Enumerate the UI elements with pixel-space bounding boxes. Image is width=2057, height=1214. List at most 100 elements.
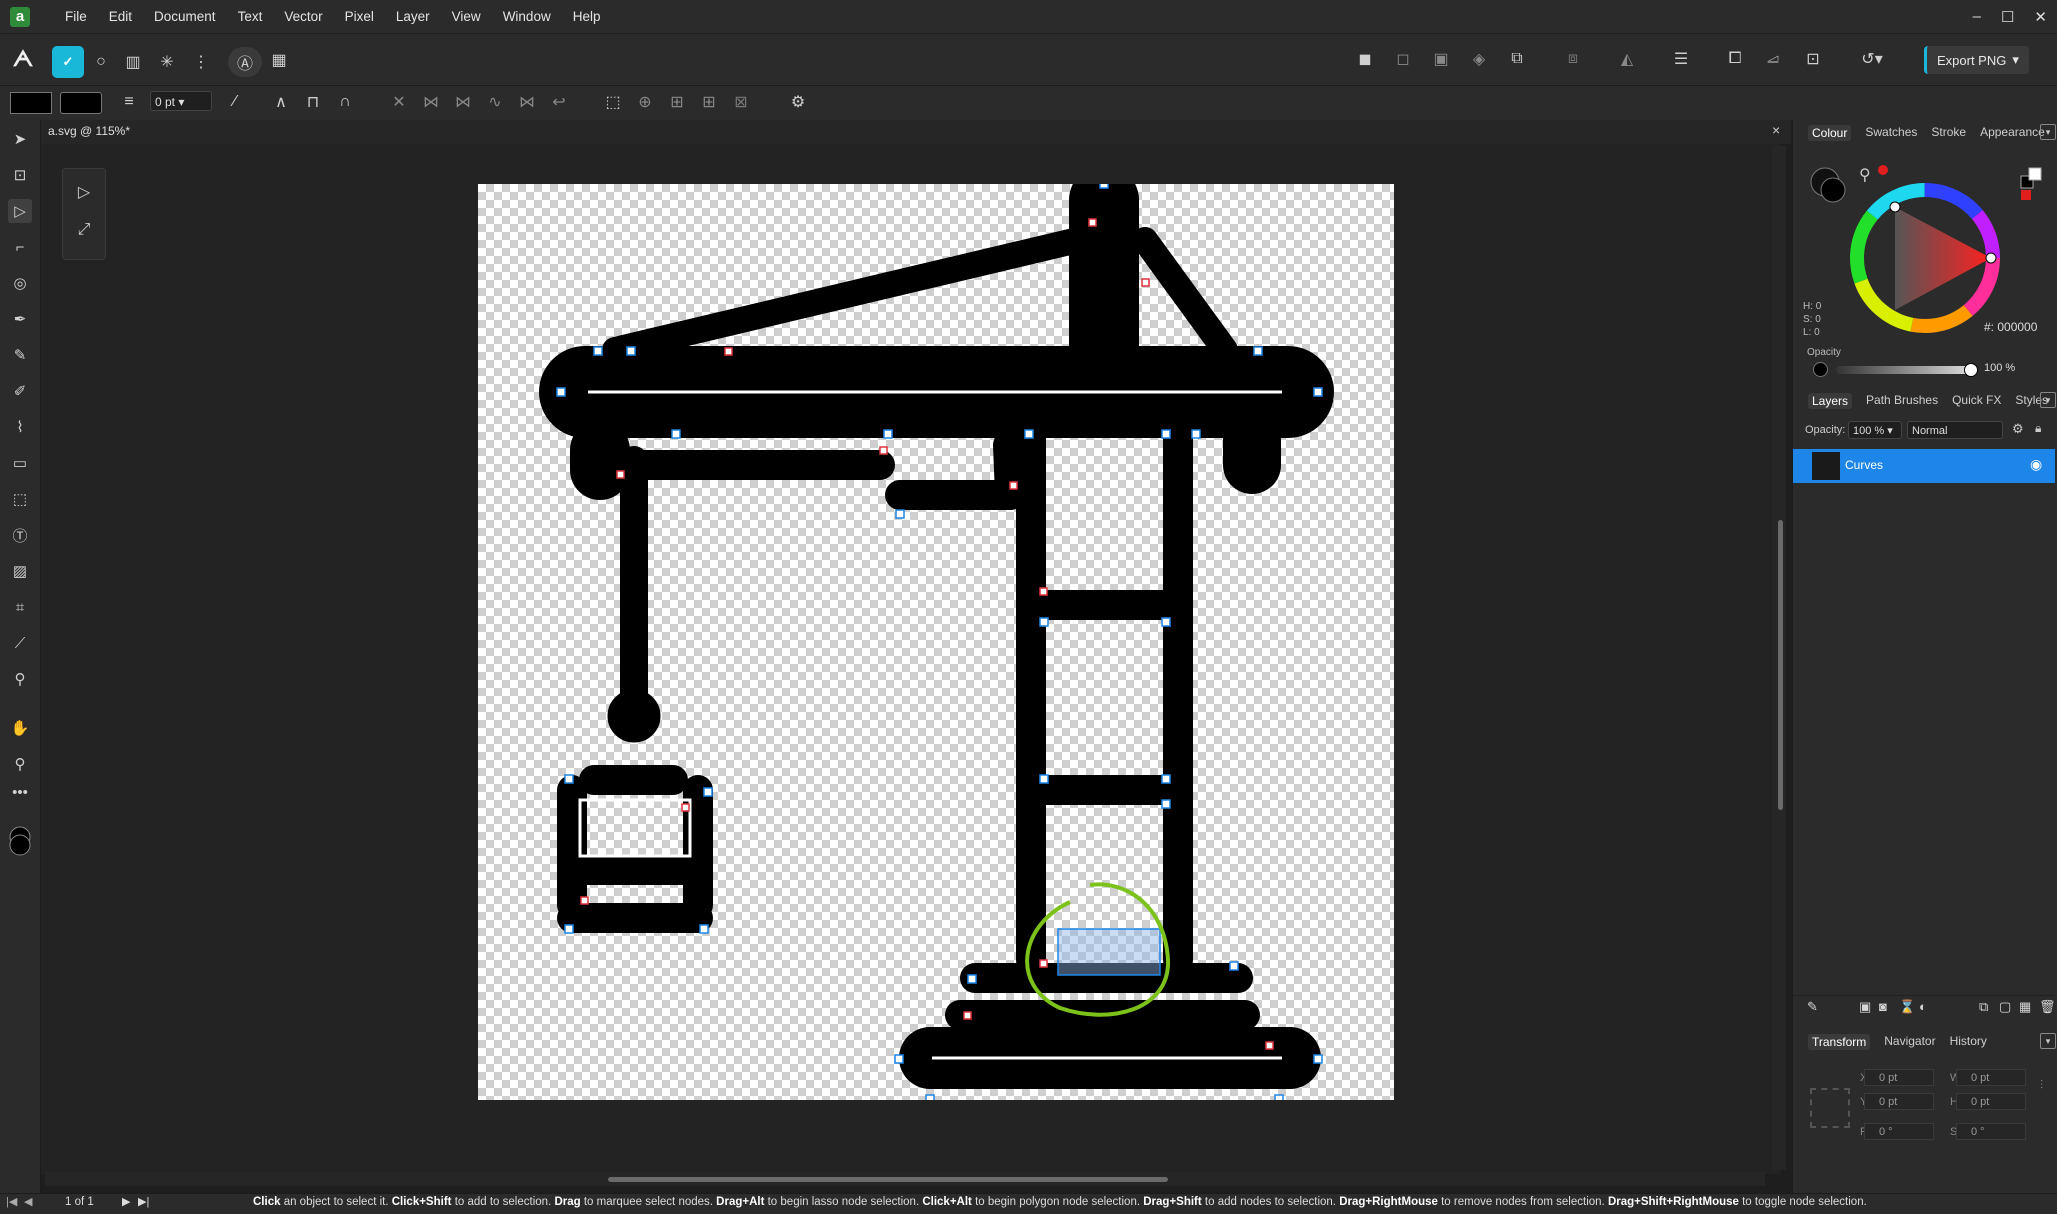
layer-opacity-field[interactable]: 100 % ▾ <box>1848 421 1902 439</box>
app-logo[interactable]: a <box>10 7 30 27</box>
tab-swatches[interactable]: Swatches <box>1865 125 1917 141</box>
opacity-slider-handle[interactable] <box>1964 363 1978 377</box>
adjustments-icon[interactable]: ▣ <box>1859 999 1871 1015</box>
snapping-icon[interactable]: ↺▾ <box>1852 46 1892 72</box>
close-button[interactable]: ✕ <box>2034 8 2047 26</box>
shear-field[interactable]: 0 ° <box>1956 1123 2026 1140</box>
boolean-xor-icon[interactable]: ◈ <box>1466 46 1492 72</box>
vector-brush-tool-icon[interactable]: ✐ <box>8 379 32 403</box>
rotation-field[interactable]: 0 ° <box>1864 1123 1934 1140</box>
add-layer-icon[interactable]: ▢ <box>1999 999 2011 1015</box>
close-curve-icon[interactable]: ⋈ <box>418 89 444 115</box>
last-page-icon[interactable]: ▶| <box>138 1195 149 1208</box>
transform-origin-icon[interactable]: ⊡ <box>1800 46 1826 72</box>
menu-document[interactable]: Document <box>143 9 227 24</box>
show-handles-icon[interactable]: ⊠ <box>728 89 754 115</box>
tab-quick-fx[interactable]: Quick FX <box>1952 393 2001 409</box>
snap-icon[interactable]: ⊕ <box>632 89 658 115</box>
fx-icon[interactable]: ⌛ <box>1899 999 1915 1015</box>
text-frame-tool-icon[interactable]: Ⓣ <box>8 523 32 547</box>
blend-mode-select[interactable]: Normal <box>1907 421 2003 439</box>
tab-navigator[interactable]: Navigator <box>1884 1034 1935 1050</box>
panel-menu-icon[interactable]: ▾ <box>2040 124 2056 140</box>
export-png-button[interactable]: Export PNG ▾ <box>1924 46 2029 74</box>
menu-layer[interactable]: Layer <box>385 9 441 24</box>
vertical-scroll-thumb[interactable] <box>1778 520 1783 810</box>
sharp-node-icon[interactable]: ∧ <box>268 89 294 115</box>
link-icon[interactable]: ⫶ <box>2040 1078 2043 1093</box>
tab-path-brushes[interactable]: Path Brushes <box>1866 393 1938 409</box>
menu-view[interactable]: View <box>441 9 492 24</box>
colour-swatches[interactable] <box>8 826 32 860</box>
transform-panel-menu-icon[interactable]: ▾ <box>2040 1033 2056 1049</box>
menu-pixel[interactable]: Pixel <box>334 9 385 24</box>
pixel-persona-icon[interactable]: ○ <box>88 49 114 75</box>
tab-colour[interactable]: Colour <box>1808 125 1852 141</box>
first-page-icon[interactable]: |◀ <box>6 1195 17 1208</box>
flip-icon[interactable]: ◭ <box>1614 46 1640 72</box>
break-curve-icon[interactable]: ✕ <box>386 89 412 115</box>
bounds-icon[interactable]: ⊞ <box>664 89 690 115</box>
menu-window[interactable]: Window <box>492 9 562 24</box>
layer-name[interactable]: Curves <box>1845 458 1883 472</box>
sparkle-icon[interactable]: ✳ <box>154 49 180 75</box>
mask-icon[interactable]: ◙ <box>1879 999 1887 1014</box>
smooth-node-icon[interactable]: ⊓ <box>300 89 326 115</box>
more-tools-icon[interactable]: ••• <box>8 780 32 804</box>
transparency-tool-icon[interactable]: ⟋ <box>8 631 32 655</box>
prev-page-icon[interactable]: ◀ <box>24 1195 32 1208</box>
h-field[interactable]: 0 pt <box>1956 1093 2026 1110</box>
crane-artwork[interactable] <box>478 184 1394 1100</box>
settings-icon[interactable]: ⚙ <box>785 89 811 115</box>
visibility-eye-icon[interactable]: ◉ <box>2030 456 2042 473</box>
designer-persona-icon[interactable]: ✓ <box>52 46 84 78</box>
smooth-curve-icon[interactable]: ∿ <box>482 89 508 115</box>
select-all-nodes-icon[interactable]: ⊞ <box>696 89 722 115</box>
smart-node-icon[interactable]: ∩ <box>332 89 358 115</box>
boolean-intersect-icon[interactable]: ▣ <box>1428 46 1454 72</box>
tab-transform[interactable]: Transform <box>1808 1034 1871 1050</box>
export-persona-icon[interactable]: ▥ <box>120 49 146 75</box>
y-field[interactable]: 0 pt <box>1864 1093 1934 1110</box>
live-filter-icon[interactable]: ◐ <box>1919 999 1927 1014</box>
layers-panel-menu-icon[interactable]: ▾ <box>2040 392 2056 408</box>
edit-layer-icon[interactable]: ✎ <box>1807 999 1818 1015</box>
transform-mode-icon[interactable]: ⬚ <box>600 89 626 115</box>
opacity-slider[interactable] <box>1836 366 1972 374</box>
close-document-icon[interactable]: × <box>1772 122 1780 138</box>
add-pixel-layer-icon[interactable]: ▦ <box>2019 999 2031 1015</box>
tab-appearance[interactable]: Appearance <box>1980 125 2045 141</box>
layer-settings-icon[interactable]: ⚙ <box>2012 421 2024 437</box>
grid-icon[interactable]: ▦ <box>266 47 292 73</box>
w-field[interactable]: 0 pt <box>1956 1069 2026 1086</box>
affinity-icon[interactable]: ᗅ <box>10 46 36 72</box>
reverse-curve-icon[interactable]: ⋈ <box>514 89 540 115</box>
pressure-icon[interactable]: ⁄ <box>222 89 248 115</box>
fill-swatch[interactable] <box>10 92 52 114</box>
node-select-icon[interactable]: ▷ <box>71 179 97 205</box>
boolean-subtract-icon[interactable]: ◻ <box>1390 46 1416 72</box>
document-tab[interactable] <box>41 120 1791 144</box>
hand-tool-icon[interactable]: ✋ <box>8 716 32 740</box>
menu-help[interactable]: Help <box>562 9 612 24</box>
artboard-tool-icon[interactable]: ⊡ <box>8 163 32 187</box>
node-transform-icon[interactable]: ⤢ <box>71 217 97 243</box>
menu-file[interactable]: File <box>54 9 98 24</box>
hex-value[interactable]: #: 000000 <box>1984 320 2037 334</box>
rectangle-tool-icon[interactable]: ▭ <box>8 451 32 475</box>
lock-icon[interactable]: 🔒︎ <box>2035 421 2041 436</box>
tab-stroke[interactable]: Stroke <box>1931 125 1966 141</box>
horizontal-scroll-thumb[interactable] <box>608 1177 1168 1182</box>
assistant-icon[interactable]: Ⓐ <box>228 47 262 77</box>
shape-tool-icon[interactable]: ⬚ <box>8 487 32 511</box>
corner-tool-icon[interactable]: ⌐ <box>8 235 32 259</box>
undo-icon[interactable]: ↩ <box>546 89 572 115</box>
crop-tool-icon[interactable]: ⌗ <box>8 595 32 619</box>
fill-tool-icon[interactable]: ⌇ <box>8 415 32 439</box>
anchor-selector[interactable] <box>1810 1088 1850 1128</box>
move-tool-icon[interactable]: ➤ <box>8 127 32 151</box>
stroke-swatch[interactable] <box>60 92 102 114</box>
tab-layers[interactable]: Layers <box>1808 393 1853 409</box>
menu-vector[interactable]: Vector <box>273 9 333 24</box>
boolean-divide-icon[interactable]: ⧉ <box>1504 46 1530 72</box>
